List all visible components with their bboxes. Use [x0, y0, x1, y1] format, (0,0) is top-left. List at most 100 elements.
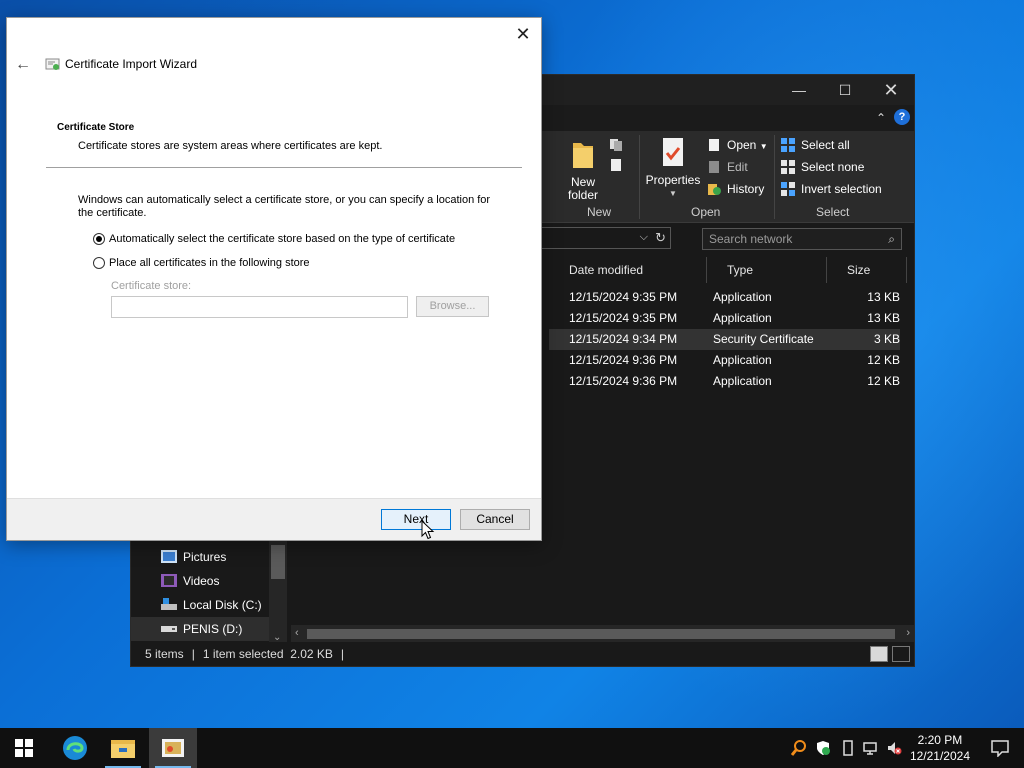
taskbar-file-explorer-button[interactable]: [99, 728, 147, 768]
intro-text: Windows can automatically select a certi…: [78, 194, 491, 219]
group-new-label: New: [587, 205, 612, 219]
status-selection: 1 item selected 2.02 KB: [202, 647, 333, 661]
history-icon: [708, 184, 721, 195]
collapse-ribbon-icon[interactable]: ⌃: [874, 111, 888, 125]
file-row[interactable]: 12/15/2024 9:35 PM Application 13 KB: [549, 308, 900, 329]
file-row[interactable]: 12/15/2024 9:36 PM Application 12 KB: [549, 371, 900, 392]
history-button[interactable]: History: [707, 179, 769, 199]
edge-icon: [63, 736, 87, 760]
nav-item-local-disk-c[interactable]: Local Disk (C:): [161, 593, 262, 617]
maximize-button[interactable]: ☐: [822, 75, 868, 105]
search-placeholder: Search network: [709, 232, 793, 246]
taskbar-edge-button[interactable]: [51, 728, 99, 768]
radio-auto-select-indicator[interactable]: [93, 233, 105, 245]
file-list: 12/15/2024 9:35 PM Application 13 KB 12/15…: [549, 287, 900, 392]
search-icon: ⌕: [888, 232, 895, 246]
invert-selection-label: Invert selection: [801, 182, 882, 196]
open-button[interactable]: Open ▼: [707, 135, 769, 155]
edit-button[interactable]: Edit: [707, 157, 769, 177]
select-none-button[interactable]: Select none: [781, 157, 891, 177]
edit-icon: [709, 161, 719, 173]
nav-item-videos[interactable]: Videos: [161, 569, 219, 593]
horizontal-scrollbar-thumb[interactable]: [307, 629, 895, 639]
drive-icon: [161, 626, 177, 632]
scroll-left-icon[interactable]: ‹: [295, 627, 299, 639]
group-select-label: Select: [816, 205, 850, 219]
column-date-modified[interactable]: Date modified: [549, 257, 707, 283]
properties-button[interactable]: Properties ▼: [643, 137, 703, 200]
nav-scrollbar[interactable]: ⌄: [269, 541, 287, 645]
security-shield-icon[interactable]: [815, 740, 831, 756]
radio-place-in-store-indicator[interactable]: [93, 257, 105, 269]
notification-center-icon[interactable]: [990, 739, 1010, 757]
file-row[interactable]: 12/15/2024 9:36 PM Application 12 KB: [549, 350, 900, 371]
certificate-store-label: Certificate store:: [111, 280, 192, 292]
volume-muted-icon[interactable]: [886, 740, 902, 756]
file-row-selected[interactable]: 12/15/2024 9:34 PM Security Certificate 3 …: [549, 329, 900, 350]
close-button[interactable]: ✕: [868, 75, 914, 105]
close-icon[interactable]: ✕: [513, 24, 533, 44]
scroll-right-icon[interactable]: ›: [906, 627, 910, 639]
next-button[interactable]: Next: [381, 509, 451, 530]
minimize-button[interactable]: —: [776, 75, 822, 105]
open-icon: [709, 139, 719, 151]
certificate-store-input[interactable]: [111, 296, 408, 318]
windows-logo-icon: [15, 739, 33, 757]
navigation-pane: Pictures Videos Local Disk (C:) PENIS (D…: [131, 541, 288, 645]
nav-scrollbar-thumb[interactable]: [271, 545, 285, 579]
properties-label: Properties: [645, 173, 701, 187]
nav-item-drive-d[interactable]: PENIS (D:): [131, 617, 269, 641]
certificate-wizard-icon: [162, 739, 184, 757]
copy-path-button[interactable]: [607, 135, 631, 155]
search-input[interactable]: Search network ⌕: [702, 228, 902, 250]
invert-selection-icon: [781, 182, 795, 196]
paste-shortcut-icon: [611, 159, 621, 171]
system-clock[interactable]: 2:20 PM 12/21/2024: [910, 732, 970, 764]
open-label: Open: [727, 138, 757, 152]
taskbar-certificate-wizard-button[interactable]: [149, 728, 197, 768]
copy-path-icon: [610, 139, 622, 151]
start-button[interactable]: [0, 728, 48, 768]
new-folder-button[interactable]: New folder: [561, 137, 605, 202]
mouse-cursor-icon: [421, 520, 435, 540]
invert-selection-button[interactable]: Invert selection: [781, 179, 891, 199]
open-dropdown-icon: ▼: [759, 142, 768, 151]
network-icon[interactable]: [863, 740, 879, 756]
properties-icon: [663, 138, 683, 166]
new-folder-icon: [573, 143, 593, 168]
paste-shortcut-button[interactable]: [607, 155, 631, 175]
section-description: Certificate stores are system areas wher…: [78, 140, 383, 152]
refresh-icon[interactable]: ↻: [655, 230, 666, 246]
search-tray-icon[interactable]: [791, 740, 807, 756]
section-title: Certificate Store: [57, 122, 135, 133]
select-none-icon: [781, 160, 795, 174]
pictures-icon: [161, 550, 177, 563]
cancel-button[interactable]: Cancel: [460, 509, 530, 530]
address-dropdown-icon[interactable]: ⌵: [640, 231, 648, 244]
column-type[interactable]: Type: [707, 257, 827, 283]
select-all-label: Select all: [801, 138, 850, 152]
back-arrow-icon[interactable]: ←: [15, 56, 31, 74]
radio-auto-select[interactable]: Automatically select the certificate sto…: [93, 231, 455, 247]
browse-button[interactable]: Browse...: [416, 296, 489, 317]
file-row[interactable]: 12/15/2024 9:35 PM Application 13 KB: [549, 287, 900, 308]
help-icon[interactable]: ?: [894, 109, 910, 125]
column-header-row: Date modified Type Size: [549, 257, 907, 283]
large-icons-view-button[interactable]: [892, 646, 910, 662]
certificate-import-wizard[interactable]: ✕ ← Certificate Import Wizard Certificat…: [6, 17, 542, 541]
horizontal-scrollbar[interactable]: ‹ ›: [291, 625, 914, 643]
radio-place-in-store[interactable]: Place all certificates in the following …: [93, 255, 310, 271]
status-item-count: 5 items: [145, 647, 184, 661]
clock-date: 12/21/2024: [909, 749, 970, 763]
properties-dropdown-icon[interactable]: ▼: [643, 187, 703, 200]
select-all-button[interactable]: Select all: [781, 135, 891, 155]
taskbar: 2:20 PM 12/21/2024: [0, 728, 1024, 768]
column-size[interactable]: Size: [827, 257, 907, 283]
radio-place-in-store-label: Place all certificates in the following …: [109, 257, 310, 269]
group-open-label: Open: [691, 205, 721, 219]
usb-device-icon[interactable]: [840, 740, 856, 756]
details-view-button[interactable]: [870, 646, 888, 662]
nav-item-pictures[interactable]: Pictures: [161, 545, 226, 569]
certificate-icon: [45, 58, 60, 70]
wizard-footer: Next Cancel: [7, 498, 541, 540]
